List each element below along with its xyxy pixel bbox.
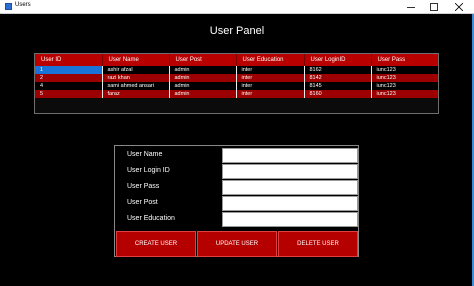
table-cell[interactable]: 5 <box>35 90 103 98</box>
table-row[interactable]: 5 faraz admin inter 8160 iunc123 <box>35 90 438 98</box>
delete-user-button[interactable]: DELETE USER <box>278 231 358 257</box>
table-row[interactable]: 2 razi khan admin inter 8142 iunc123 <box>35 74 438 82</box>
table-cell[interactable]: admin <box>169 90 237 98</box>
user-post-label: User Post <box>127 199 158 206</box>
user-pass-label: User Pass <box>127 183 160 190</box>
form-row-user-login-id: User Login ID <box>115 163 358 179</box>
table-cell[interactable]: inter <box>236 66 305 74</box>
user-post-input[interactable] <box>222 196 358 211</box>
table-cell[interactable]: iunc123 <box>371 90 438 98</box>
minimize-icon <box>406 7 415 8</box>
user-name-label: User Name <box>127 151 163 158</box>
table-cell[interactable]: sami ahmed ansari <box>102 82 170 90</box>
form-row-user-pass: User Pass <box>115 179 358 195</box>
table-cell[interactable]: 8160 <box>304 90 372 98</box>
table-cell[interactable]: faraz <box>102 90 170 98</box>
table-cell[interactable]: iunc123 <box>371 74 438 82</box>
close-button[interactable] <box>447 0 470 14</box>
table-cell[interactable]: inter <box>236 74 305 82</box>
user-education-label: User Education <box>127 215 175 222</box>
maximize-icon <box>429 3 438 11</box>
table-cell[interactable]: 8142 <box>304 74 372 82</box>
window-titlebar: Users <box>0 0 474 14</box>
form-row-user-education: User Education <box>115 211 358 227</box>
table-cell[interactable]: iunc123 <box>371 66 438 74</box>
table-cell[interactable]: 2 <box>35 74 103 82</box>
table-cell[interactable]: inter <box>236 90 305 98</box>
users-table[interactable]: User ID User Name User Post User Educati… <box>34 53 439 114</box>
user-education-input[interactable] <box>222 212 358 227</box>
table-cell[interactable]: iunc123 <box>371 82 438 90</box>
user-form: User Name User Login ID User Pass User P… <box>114 145 359 257</box>
table-cell[interactable]: admin <box>169 74 237 82</box>
page-title: User Panel <box>209 25 265 37</box>
table-row[interactable]: 1 ashir afzal admin inter 8162 iunc123 <box>35 66 438 74</box>
column-header-user-education[interactable]: User Education <box>236 54 305 66</box>
table-header-row: User ID User Name User Post User Educati… <box>35 54 438 66</box>
column-header-user-pass[interactable]: User Pass <box>371 54 438 66</box>
table-cell[interactable]: razi khan <box>102 74 170 82</box>
table-cell[interactable]: 4 <box>35 82 103 90</box>
window-title: Users <box>15 2 31 8</box>
minimize-button[interactable] <box>399 0 422 14</box>
table-cell[interactable]: ashir afzal <box>102 66 170 74</box>
table-cell[interactable]: 1 <box>35 66 103 74</box>
table-cell[interactable]: 8145 <box>304 82 372 90</box>
user-name-input[interactable] <box>222 148 358 163</box>
user-login-id-input[interactable] <box>222 164 358 179</box>
column-header-user-loginid[interactable]: User LoginID <box>304 54 372 66</box>
close-icon <box>454 3 463 11</box>
column-header-user-name[interactable]: User Name <box>102 54 170 66</box>
form-row-user-name: User Name <box>115 147 358 163</box>
form-row-user-post: User Post <box>115 195 358 211</box>
table-cell[interactable]: admin <box>169 66 237 74</box>
column-header-user-id[interactable]: User ID <box>35 54 103 66</box>
app-icon <box>5 3 12 10</box>
column-header-user-post[interactable]: User Post <box>169 54 237 66</box>
table-cell[interactable]: admin <box>169 82 237 90</box>
create-user-button[interactable]: CREATE USER <box>116 231 196 257</box>
user-pass-input[interactable] <box>222 180 358 195</box>
table-row[interactable]: 4 sami ahmed ansari admin inter 8145 iun… <box>35 82 438 90</box>
update-user-button[interactable]: UPDATE USER <box>197 231 277 257</box>
table-cell[interactable]: inter <box>236 82 305 90</box>
maximize-button[interactable] <box>422 0 445 14</box>
table-cell[interactable]: 8162 <box>304 66 372 74</box>
user-login-id-label: User Login ID <box>127 167 170 174</box>
